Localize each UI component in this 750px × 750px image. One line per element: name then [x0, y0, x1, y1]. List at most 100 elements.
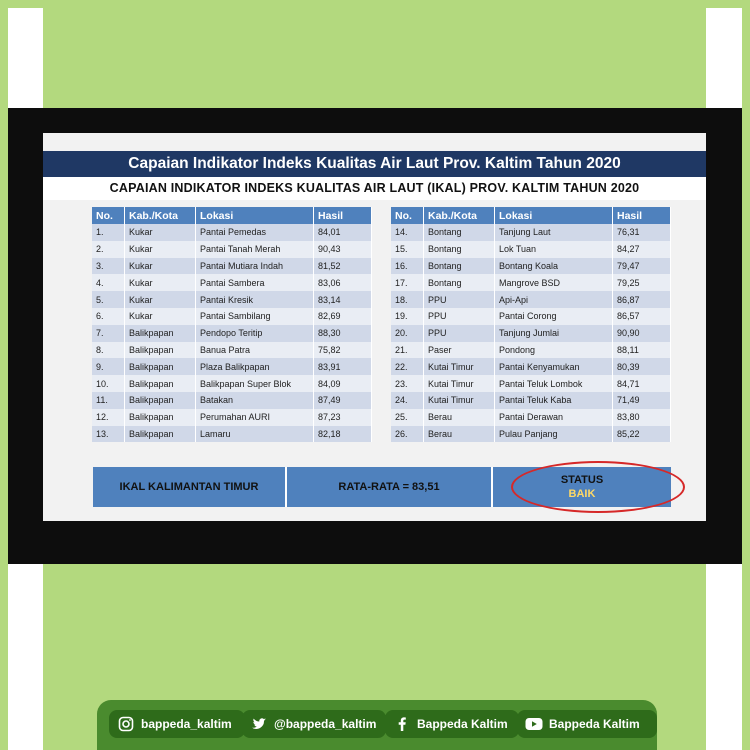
col-header-kab: Kab./Kota	[423, 207, 495, 224]
cell-no: 4.	[92, 274, 125, 292]
cell-hasil: 83,80	[612, 408, 671, 426]
col-header-lokasi: Lokasi	[195, 207, 314, 224]
table-row: 14. Bontang Tanjung Laut 76,31	[391, 224, 671, 241]
cell-lokasi: Banua Patra	[195, 341, 314, 359]
cell-hasil: 84,09	[313, 375, 372, 392]
facebook-icon	[393, 715, 411, 733]
table-row: 24. Kutai Timur Pantai Teluk Kaba 71,49	[391, 391, 671, 409]
cell-lokasi: Api-Api	[494, 291, 613, 308]
cell-kab-kota: Kukar	[124, 257, 196, 275]
cell-kab-kota: Balikpapan	[124, 408, 196, 426]
cell-hasil: 83,91	[313, 358, 372, 376]
cell-hasil: 71,49	[612, 391, 671, 409]
table-row: 9. Balikpapan Plaza Balikpapan 83,91	[92, 358, 372, 376]
cell-kab-kota: Kutai Timur	[423, 375, 495, 392]
cell-lokasi: Pantai Teluk Lombok	[494, 375, 613, 392]
green-border-left	[0, 0, 8, 750]
table-row: 12. Balikpapan Perumahan AURI 87,23	[92, 408, 372, 426]
cell-hasil: 85,22	[612, 425, 671, 443]
status-highlight-circle	[511, 461, 685, 513]
green-border-top	[0, 0, 750, 8]
cell-no: 23.	[391, 375, 424, 392]
ikal-table-left: No. Kab./Kota Lokasi Hasil 1. Kukar Pantai…	[92, 207, 372, 443]
cell-hasil: 79,25	[612, 274, 671, 292]
cell-hasil: 86,87	[612, 291, 671, 308]
cell-kab-kota: Bontang	[423, 257, 495, 275]
cell-hasil: 87,49	[313, 391, 372, 409]
cell-kab-kota: Kutai Timur	[423, 391, 495, 409]
table-row: 23. Kutai Timur Pantai Teluk Lombok 84,71	[391, 375, 671, 392]
cell-kab-kota: Kukar	[124, 240, 196, 258]
cell-no: 14.	[391, 224, 424, 241]
cell-no: 10.	[92, 375, 125, 392]
cell-no: 8.	[92, 341, 125, 359]
cell-lokasi: Plaza Balikpapan	[195, 358, 314, 376]
cell-lokasi: Batakan	[195, 391, 314, 409]
instagram-link[interactable]: bappeda_kaltim	[109, 710, 245, 738]
table-row: 21. Paser Pondong 88,11	[391, 341, 671, 359]
cell-kab-kota: Balikpapan	[124, 391, 196, 409]
cell-hasil: 79,47	[612, 257, 671, 275]
col-header-no: No.	[391, 207, 424, 224]
cell-lokasi: Pantai Sambilang	[195, 307, 314, 325]
table-row: 6. Kukar Pantai Sambilang 82,69	[92, 307, 372, 325]
table-row: 25. Berau Pantai Derawan 83,80	[391, 408, 671, 426]
cell-no: 3.	[92, 257, 125, 275]
table-row: 15. Bontang Lok Tuan 84,27	[391, 240, 671, 258]
cell-hasil: 84,71	[612, 375, 671, 392]
cell-no: 7.	[92, 324, 125, 342]
table-row: 17. Bontang Mangrove BSD 79,25	[391, 274, 671, 292]
cell-kab-kota: Paser	[423, 341, 495, 359]
cell-no: 17.	[391, 274, 424, 292]
cell-no: 21.	[391, 341, 424, 359]
slide: Capaian Indikator Indeks Kualitas Air La…	[43, 133, 706, 521]
cell-hasil: 83,14	[313, 291, 372, 308]
cell-hasil: 75,82	[313, 341, 372, 359]
cell-lokasi: Pantai Teluk Kaba	[494, 391, 613, 409]
cell-kab-kota: Berau	[423, 408, 495, 426]
table-row: 26. Berau Pulau Panjang 85,22	[391, 425, 671, 443]
cell-no: 5.	[92, 291, 125, 308]
cell-hasil: 88,11	[612, 341, 671, 359]
cell-kab-kota: PPU	[423, 324, 495, 342]
cell-lokasi: Pantai Derawan	[494, 408, 613, 426]
instagram-handle: bappeda_kaltim	[141, 717, 232, 731]
ikal-table-right: No. Kab./Kota Lokasi Hasil 14. Bontang Tan…	[391, 207, 671, 443]
cell-lokasi: Pantai Mutiara Indah	[195, 257, 314, 275]
twitter-link[interactable]: @bappeda_kaltim	[242, 710, 386, 738]
youtube-icon	[525, 715, 543, 733]
twitter-icon	[250, 715, 268, 733]
cell-hasil: 80,39	[612, 358, 671, 376]
cell-kab-kota: Kukar	[124, 274, 196, 292]
cell-lokasi: Pantai Pemedas	[195, 224, 314, 241]
cell-no: 9.	[92, 358, 125, 376]
cell-kab-kota: Balikpapan	[124, 375, 196, 392]
cell-no: 1.	[92, 224, 125, 241]
summary-region: IKAL KALIMANTAN TIMUR	[93, 467, 287, 507]
col-header-no: No.	[92, 207, 125, 224]
cell-lokasi: Pendopo Teritip	[195, 324, 314, 342]
cell-no: 13.	[92, 425, 125, 443]
cell-kab-kota: Berau	[423, 425, 495, 443]
cell-hasil: 82,69	[313, 307, 372, 325]
cell-kab-kota: PPU	[423, 307, 495, 325]
table-row: 16. Bontang Bontang Koala 79,47	[391, 257, 671, 275]
facebook-link[interactable]: Bappeda Kaltim	[385, 710, 519, 738]
cell-hasil: 81,52	[313, 257, 372, 275]
cell-kab-kota: Balikpapan	[124, 324, 196, 342]
cell-no: 22.	[391, 358, 424, 376]
cell-no: 18.	[391, 291, 424, 308]
cell-lokasi: Balikpapan Super Blok	[195, 375, 314, 392]
cell-lokasi: Pantai Kresik	[195, 291, 314, 308]
cell-lokasi: Perumahan AURI	[195, 408, 314, 426]
cell-kab-kota: Bontang	[423, 224, 495, 241]
youtube-link[interactable]: Bappeda Kaltim	[517, 710, 657, 738]
cell-kab-kota: Kutai Timur	[423, 358, 495, 376]
table-row: 13. Balikpapan Lamaru 82,18	[92, 425, 372, 443]
table-row: 8. Balikpapan Banua Patra 75,82	[92, 341, 372, 359]
cell-lokasi: Pulau Panjang	[494, 425, 613, 443]
green-border-right	[742, 0, 750, 750]
table-row: 19. PPU Pantai Corong 86,57	[391, 307, 671, 325]
col-header-lokasi: Lokasi	[494, 207, 613, 224]
twitter-handle: @bappeda_kaltim	[274, 717, 377, 731]
